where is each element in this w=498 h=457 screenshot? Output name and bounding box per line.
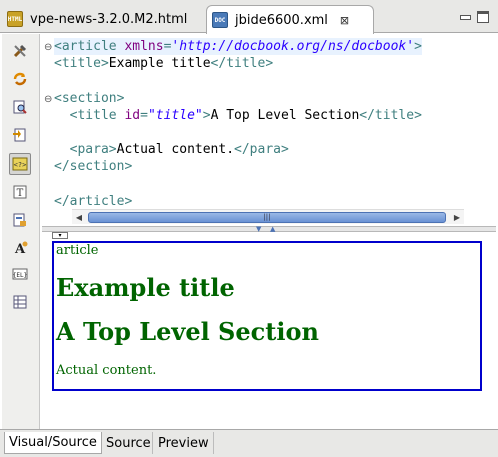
code-line[interactable]: </article>: [54, 193, 422, 210]
code-token: Actual content.: [116, 142, 235, 158]
tab-source[interactable]: Source: [102, 432, 153, 454]
source-toggle-icon[interactable]: <?>: [9, 153, 31, 175]
editor-tab-bar: HTML vpe-news-3.2.0.M2.html DOC jbide660…: [0, 0, 498, 34]
code-token: </title>: [359, 107, 422, 123]
article-label: article: [56, 243, 99, 258]
code-token: <title: [54, 107, 125, 123]
font-icon[interactable]: A: [9, 237, 31, 259]
selected-article-box[interactable]: article Example title A Top Level Sectio…: [52, 241, 482, 391]
docbook-file-icon: DOC: [212, 12, 228, 28]
code-token: </section>: [54, 159, 133, 175]
svg-text:<?>: <?>: [14, 161, 27, 169]
editor-mode-tabs: Visual/Source Source Preview: [0, 429, 498, 457]
format-icon[interactable]: [9, 209, 31, 231]
scroll-thumb[interactable]: |||: [88, 212, 446, 223]
code-line[interactable]: <para>Actual content.</para>: [54, 141, 422, 158]
visual-editor[interactable]: ▾ article Example title A Top Level Sect…: [42, 232, 496, 429]
code-area[interactable]: ⊖ <article xmlns='http://docbook.org/ns/d…: [44, 38, 422, 210]
tab-label: vpe-news-3.2.0.M2.html: [30, 11, 188, 27]
tab-preview[interactable]: Preview: [154, 432, 214, 454]
code-token: id: [124, 107, 141, 123]
close-tab-icon[interactable]: ⊠: [340, 14, 349, 27]
code-token: <para>: [54, 142, 117, 158]
selection-bar-toggle[interactable]: ▾: [52, 232, 68, 239]
code-token: <title>: [54, 56, 109, 72]
tab-jbide6600[interactable]: DOC jbide6600.xml ⊠: [206, 5, 374, 34]
tab-label: jbide6600.xml: [235, 12, 328, 28]
source-editor[interactable]: ⊖ <article xmlns='http://docbook.org/ns/d…: [42, 34, 496, 225]
code-line[interactable]: [54, 72, 422, 89]
visual-title[interactable]: Example title: [56, 273, 235, 302]
code-token: <article: [54, 39, 125, 54]
minimize-icon[interactable]: [459, 11, 471, 23]
visual-para[interactable]: Actual content.: [56, 363, 156, 378]
code-token: </title>: [210, 56, 274, 72]
visual-section-title[interactable]: A Top Level Section: [56, 317, 319, 346]
code-line[interactable]: <article xmlns='http://docbook.org/ns/do…: [54, 38, 422, 56]
html-file-icon: HTML: [7, 11, 23, 27]
refresh-icon[interactable]: [9, 68, 31, 90]
tools-icon[interactable]: [9, 40, 31, 62]
table-icon[interactable]: [9, 291, 31, 313]
code-token: </article>: [54, 193, 133, 209]
code-token: Example title: [108, 56, 211, 72]
fold-toggle-icon[interactable]: ⊖: [44, 39, 52, 56]
code-line[interactable]: <title>Example title</title>: [54, 55, 422, 72]
el-icon[interactable]: {EL}: [9, 263, 31, 285]
code-token: </para>: [234, 142, 289, 158]
preview-icon[interactable]: [9, 96, 31, 118]
code-token: "title": [147, 107, 203, 123]
code-token: xmlns: [124, 39, 164, 54]
code-line[interactable]: [54, 124, 422, 141]
code-token: 'http://docbook.org/ns/docbook': [171, 39, 415, 54]
vpe-toolbar: <?> T A {EL}: [2, 34, 40, 429]
code-token: <section>: [54, 90, 125, 106]
code-token: >: [202, 107, 211, 123]
scroll-left-icon[interactable]: ◀: [72, 211, 86, 224]
tab-visual-source[interactable]: Visual/Source: [4, 432, 102, 454]
code-line[interactable]: <title id="title">A Top Level Section</t…: [54, 107, 422, 124]
maximize-icon[interactable]: [477, 11, 489, 23]
code-token: =: [140, 107, 148, 123]
code-token: >: [414, 39, 422, 54]
scroll-right-icon[interactable]: ▶: [450, 211, 464, 224]
text-icon[interactable]: T: [9, 181, 31, 203]
svg-text:T: T: [17, 188, 24, 199]
svg-text:{EL}: {EL}: [13, 272, 27, 279]
bundle-icon[interactable]: [9, 124, 31, 146]
horizontal-scrollbar[interactable]: ◀ ||| ▶: [72, 209, 464, 224]
code-line[interactable]: <section>: [54, 90, 422, 107]
fold-toggle-icon[interactable]: ⊖: [44, 91, 52, 108]
code-line[interactable]: [54, 176, 422, 193]
code-token: A Top Level Section: [210, 107, 360, 123]
tab-vpe-news[interactable]: HTML vpe-news-3.2.0.M2.html: [2, 5, 206, 33]
code-line[interactable]: </section>: [54, 158, 422, 175]
